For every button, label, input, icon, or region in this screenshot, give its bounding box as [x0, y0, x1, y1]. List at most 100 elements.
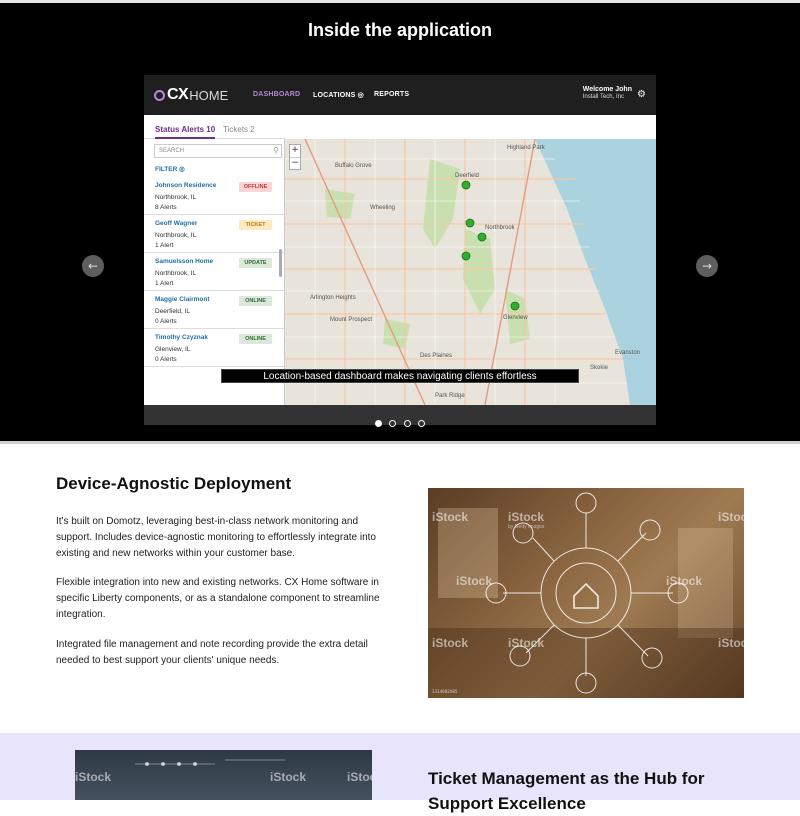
ticket-management-photo: iStock iStock iStock: [75, 750, 372, 800]
watermark: iStock: [508, 636, 545, 650]
gear-icon[interactable]: ⚙: [637, 89, 646, 100]
client-alerts: 8 Alerts: [155, 204, 177, 211]
client-alerts: 1 Alert: [155, 280, 174, 287]
list-item[interactable]: Geoff Wagner Northbrook, IL 1 Alert TICK…: [144, 215, 284, 253]
status-badge: ONLINE: [239, 296, 272, 306]
client-name: Timothy Czyznak: [155, 334, 208, 341]
map-label: Skokie: [590, 365, 609, 371]
arrow-right-icon: →: [701, 259, 713, 273]
watermark: iStock: [75, 770, 112, 784]
map-label: Wheeling: [370, 205, 395, 211]
app-navbar: CX HOME DASHBOARD LOCATIONS ◎ REPORTS We…: [144, 75, 656, 115]
watermark-sub: by Getty Images: [508, 524, 545, 530]
watermark: iStock: [432, 510, 469, 524]
tabs-filler: [285, 115, 656, 139]
slide-caption: Location-based dashboard makes navigatin…: [221, 369, 579, 383]
watermark: iStock: [456, 574, 493, 588]
map-label: Glenview: [503, 315, 528, 321]
list-scrollbar[interactable]: [279, 249, 282, 277]
status-badge: ONLINE: [239, 334, 272, 344]
watermark: iStock: [666, 574, 703, 588]
search-input[interactable]: SEARCH ⚲: [154, 144, 282, 158]
bottom-divider: [0, 441, 800, 444]
carousel-dot-2[interactable]: [389, 420, 397, 427]
client-alerts: 1 Alert: [155, 242, 174, 249]
carousel-dot-3[interactable]: [403, 420, 411, 427]
carousel-next-button[interactable]: →: [696, 255, 718, 277]
app-showcase-section: Inside the application ← → CX HOME DASHB…: [0, 0, 800, 444]
smart-home-photo: iStock iStock iStock iStock iStock iStoc…: [428, 488, 744, 698]
map-marker: [465, 218, 475, 228]
watermark: iStock: [432, 636, 469, 650]
client-name: Maggie Clairmont: [155, 296, 210, 303]
carousel-dot-4[interactable]: [417, 420, 425, 427]
map-marker: [461, 180, 471, 190]
map-label: Deerfield: [455, 173, 479, 179]
ticket-section-title: Ticket Management as the Hub for Support…: [428, 769, 705, 813]
client-city: Glenview, IL: [155, 346, 191, 353]
watermark: iStock: [508, 510, 545, 524]
filter-button[interactable]: FILTER ◎: [155, 165, 185, 173]
map-label: Arlington Heights: [310, 295, 356, 301]
clients-map[interactable]: Highland Park Buffalo Grove Deerfield Wh…: [285, 139, 656, 405]
nav-locations[interactable]: LOCATIONS ◎: [313, 91, 364, 99]
client-name: Johnson Residence: [155, 182, 217, 189]
watermark: iStock: [718, 510, 744, 524]
logo-home-text: HOME: [189, 87, 229, 103]
client-city: Deerfield, IL: [155, 308, 191, 315]
feature-paragraph-1: It's built on Domotz, leveraging best-in…: [56, 516, 376, 559]
status-badge: OFFLINE: [239, 182, 272, 192]
list-item[interactable]: Timothy Czyznak Glenview, IL 0 Alerts ON…: [144, 329, 284, 367]
zoom-in-button[interactable]: +: [290, 145, 300, 157]
nav-dashboard[interactable]: DASHBOARD: [253, 91, 300, 98]
client-city: Northbrook, IL: [155, 270, 197, 277]
map-label: Mount Prospect: [330, 317, 372, 323]
smart-home-network-graphic: [428, 488, 744, 698]
tab-status-alerts[interactable]: Status Alerts 10: [155, 125, 216, 139]
carousel-prev-button[interactable]: ←: [82, 255, 104, 277]
section-title: Inside the application: [307, 20, 493, 40]
photo-graphic: [75, 750, 372, 800]
status-badge: UPDATE: [239, 258, 272, 268]
feature-paragraph-3: Integrated file management and note reco…: [56, 639, 368, 666]
list-item[interactable]: Maggie Clairmont Deerfield, IL 0 Alerts …: [144, 291, 284, 329]
map-label: Des Plaines: [420, 353, 452, 359]
zoom-out-button[interactable]: −: [290, 157, 300, 169]
map-label: Northbrook: [485, 225, 516, 231]
list-item[interactable]: Samuelsson Home Northbrook, IL 1 Alert U…: [144, 253, 284, 291]
watermark: iStock: [270, 770, 307, 784]
carousel-dot-1[interactable]: [375, 420, 383, 427]
list-item[interactable]: Johnson Residence Northbrook, IL 8 Alert…: [144, 177, 284, 215]
watermark: iStock: [718, 636, 744, 650]
user-welcome: Welcome John Install Tech, Inc: [583, 86, 632, 100]
map-label: Evanston: [615, 350, 640, 356]
arrow-left-icon: ←: [87, 259, 99, 273]
client-alerts: 0 Alerts: [155, 356, 177, 363]
status-badge: TICKET: [239, 220, 272, 230]
feature-title: Device-Agnostic Deployment: [56, 474, 292, 493]
search-icon: ⚲: [273, 146, 279, 155]
feature-paragraph-2: Flexible integration into new and existi…: [56, 577, 380, 620]
map-marker: [461, 251, 471, 261]
client-name: Geoff Wagner: [155, 220, 198, 227]
tab-tickets[interactable]: Tickets 2: [223, 125, 255, 134]
map-label: Highland Park: [507, 145, 546, 151]
client-list: Johnson Residence Northbrook, IL 8 Alert…: [144, 177, 284, 367]
map-label: Buffalo Grove: [335, 163, 372, 169]
company-text: Install Tech, Inc: [582, 94, 624, 100]
client-list-panel: SEARCH ⚲ FILTER ◎ Johnson Residence Nort…: [144, 139, 285, 405]
cx-home-logo[interactable]: CX HOME: [154, 86, 228, 104]
welcome-text: Welcome John: [582, 86, 632, 93]
nav-reports[interactable]: REPORTS: [374, 91, 409, 98]
client-city: Northbrook, IL: [155, 232, 197, 239]
client-city: Northbrook, IL: [155, 194, 197, 201]
logo-ring-icon: [154, 89, 165, 101]
photo-id: 1314682085: [432, 689, 458, 694]
map-marker: [510, 301, 520, 311]
map-label: Park Ridge: [435, 393, 465, 399]
map-marker: [477, 232, 487, 242]
client-alerts: 0 Alerts: [155, 318, 177, 325]
client-name: Samuelsson Home: [155, 258, 214, 265]
alerts-tabs: Status Alerts 10 Tickets 2: [144, 115, 285, 139]
carousel-dots: [0, 412, 800, 431]
